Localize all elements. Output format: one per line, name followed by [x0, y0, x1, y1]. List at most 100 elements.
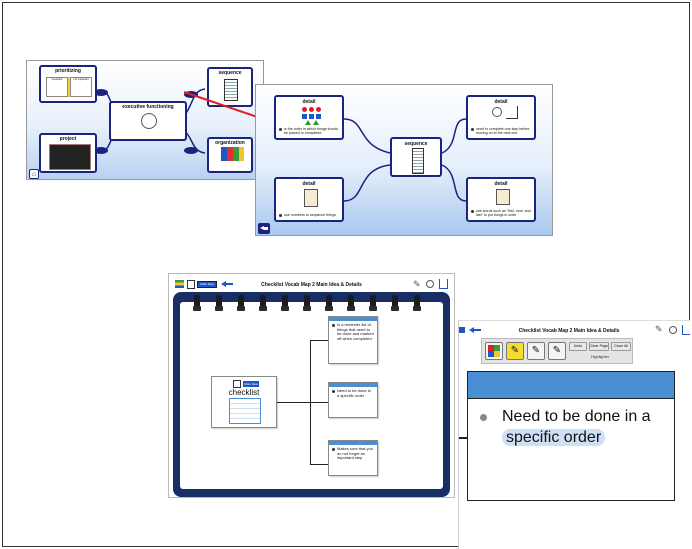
highlighter-label: Highlighter	[590, 355, 610, 359]
arrow-shaft	[474, 329, 481, 331]
red-circle	[316, 107, 321, 112]
detail-text: use words such as "first, next, and last…	[471, 209, 533, 217]
undo-button[interactable]: Undo	[569, 342, 587, 351]
brain-icon	[141, 113, 157, 129]
spiral-ring	[303, 295, 311, 311]
detail-card[interactable]: Need to be done in a specific order	[328, 382, 378, 418]
spiral-ring	[369, 295, 377, 311]
connector-line	[310, 464, 328, 465]
important-column: important	[46, 77, 68, 97]
detail-text: use numbers to sequence things	[279, 213, 341, 217]
detail-title: detail	[494, 99, 508, 105]
zoomed-detail-card[interactable]: Need to be done in a specific order	[467, 371, 675, 501]
back-arrow-shaft	[264, 227, 268, 230]
close-all-button[interactable]: Close All	[611, 342, 631, 351]
text-plain: Need to be done in a	[502, 408, 651, 425]
connector-line	[459, 437, 467, 439]
node-organization[interactable]: organization	[207, 137, 253, 173]
center-title: executive functioning	[122, 104, 174, 110]
back-arrow-button[interactable]	[469, 327, 481, 333]
node-title: sequence	[218, 70, 242, 76]
bullet-icon	[480, 414, 487, 421]
divider-bar	[68, 77, 70, 97]
detail-title: detail	[302, 181, 316, 187]
zoomed-view: Checklist Vocab Map 2 Main Idea & Detail…	[458, 320, 690, 549]
connector-line	[277, 402, 310, 403]
card-text: Is a reminder list of things that need t…	[329, 321, 377, 343]
checklist-app-window: Main Idea Checklist Vocab Map 2 Main Ide…	[168, 273, 455, 498]
binder-yellow	[239, 147, 244, 161]
marker-tool[interactable]: ✎	[548, 342, 566, 360]
connector-oval	[184, 147, 198, 154]
spiral-ring	[215, 295, 223, 311]
blue-square	[309, 114, 314, 119]
document-icon	[233, 380, 241, 388]
back-button[interactable]	[258, 223, 270, 234]
detail-card[interactable]: Makes sure that you do not forget an imp…	[328, 440, 378, 476]
home-icon[interactable]: ⌂	[29, 169, 39, 179]
settings-icon[interactable]	[426, 280, 434, 288]
card-text: Makes sure that you do not forget an imp…	[329, 445, 377, 463]
detail-title: detail	[302, 99, 316, 105]
document-icon[interactable]	[187, 280, 195, 289]
spiral-ring	[325, 295, 333, 311]
zoomed-card-text: Need to be done in a specific order	[502, 406, 674, 448]
gear-icon	[492, 107, 502, 117]
settings-icon[interactable]	[669, 326, 677, 334]
detail-text: need to complete one step before moving …	[471, 127, 533, 135]
blue-square	[316, 114, 321, 119]
spiral-ring	[391, 295, 399, 311]
red-circle	[309, 107, 314, 112]
not-important-column: not important	[70, 77, 92, 97]
green-triangle	[305, 120, 311, 125]
highlighted-text: specific order	[502, 429, 606, 446]
node-title: project	[59, 136, 77, 142]
menu-icon[interactable]	[175, 280, 184, 288]
blue-square	[302, 114, 307, 119]
numbered-list-icon	[304, 189, 318, 207]
node-title: prioritizing	[55, 68, 81, 74]
detail-title: detail	[494, 181, 508, 187]
detail-card-4[interactable]: detail use words such as "first, next, a…	[466, 177, 536, 222]
pen-tool[interactable]: ✎	[527, 342, 545, 360]
spiral-ring	[281, 295, 289, 311]
connector-line	[310, 340, 328, 341]
main-idea-badge-edge	[459, 327, 465, 333]
color-palette-tool[interactable]	[485, 342, 503, 360]
checklist-center-card[interactable]: Main Idea checklist	[211, 376, 277, 428]
highlighter-tool[interactable]: ✎	[506, 342, 524, 360]
detail-card-1[interactable]: detail is the order in which things shou…	[274, 95, 344, 140]
share-icon[interactable]	[682, 325, 690, 335]
sequence-center-card[interactable]: sequence	[390, 137, 442, 177]
detail-card[interactable]: Is a reminder list of things that need t…	[328, 316, 378, 364]
spiral-ring	[413, 295, 421, 311]
word-list-icon	[496, 189, 510, 205]
card-header	[468, 372, 674, 399]
node-title: organization	[215, 140, 245, 146]
node-project[interactable]: project	[39, 133, 97, 173]
checklist-image	[229, 398, 261, 424]
spiral-ring	[259, 295, 267, 311]
drawing-toolbar: ✎ ✎ ✎ Undo Clear Page Close All Highligh…	[481, 338, 633, 364]
chalkboard-icon	[49, 144, 91, 170]
main-idea-badge[interactable]: Main Idea	[197, 281, 217, 288]
detail-text: is the order in which things should be p…	[279, 127, 341, 135]
stairs-icon	[506, 106, 518, 119]
center-title: sequence	[404, 141, 428, 147]
card-text: Need to be done in a specific order	[329, 387, 377, 400]
node-executive-functioning[interactable]: executive functioning	[109, 101, 187, 141]
spiral-ring	[193, 295, 201, 311]
pencil-icon[interactable]: ✎	[655, 324, 663, 335]
zoom-title: Checklist Vocab Map 2 Main Idea & Detail…	[518, 328, 620, 334]
pencil-icon[interactable]: ✎	[413, 279, 421, 290]
detail-card-2[interactable]: detail need to complete one step before …	[466, 95, 536, 140]
sequence-map: detail is the order in which things shou…	[255, 84, 553, 236]
share-icon[interactable]	[439, 279, 448, 289]
clear-page-button[interactable]: Clear Page	[589, 342, 609, 351]
red-circle	[302, 107, 307, 112]
node-prioritizing[interactable]: prioritizing important not important	[39, 65, 97, 103]
notebook-page: Main Idea checklist Is a reminder list o…	[180, 295, 443, 489]
detail-card-3[interactable]: detail use numbers to sequence things	[274, 177, 344, 222]
center-word: checklist	[228, 388, 260, 397]
connector-line	[310, 402, 328, 403]
